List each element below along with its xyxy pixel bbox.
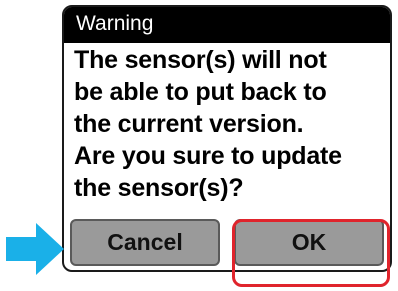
message-line: The sensor(s) will not bbox=[74, 46, 327, 74]
dialog-title: Warning bbox=[64, 7, 390, 43]
message-line: the sensor(s)? bbox=[74, 174, 244, 202]
ok-highlight-box bbox=[232, 219, 390, 287]
message-line: Are you sure to update bbox=[74, 142, 342, 170]
right-arrow-icon bbox=[6, 223, 64, 275]
message-line: the current version. bbox=[74, 110, 304, 138]
dialog-message: The sensor(s) will not be able to put ba… bbox=[74, 44, 386, 216]
screenshot-stage: Warning The sensor(s) will not be able t… bbox=[0, 0, 398, 291]
cancel-button[interactable]: Cancel bbox=[70, 219, 220, 266]
message-line: be able to put back to bbox=[74, 78, 327, 106]
